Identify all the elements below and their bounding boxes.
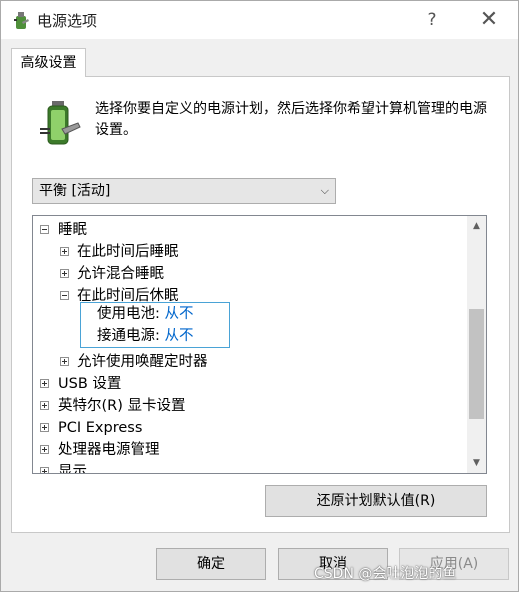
watermark: CSDN @会吐泡泡的鱼 — [314, 566, 457, 582]
scrollbar-thumb[interactable] — [469, 309, 484, 419]
close-button[interactable]: ✕ — [473, 7, 505, 33]
expand-icon[interactable] — [60, 269, 69, 278]
on-battery-setting[interactable]: 使用电池: 从不 — [97, 303, 194, 325]
plugged-in-setting[interactable]: 接通电源: 从不 — [97, 325, 194, 347]
scroll-up-icon[interactable]: ▲ — [467, 218, 486, 234]
settings-tree: 睡眠 在此时间后睡眠 允许混合睡眠 在此时间后休眠 使用电池: 从不 接通电源:… — [32, 215, 487, 474]
expand-icon[interactable] — [40, 445, 49, 454]
title-bar: 电源选项 ? ✕ — [1, 1, 518, 39]
tab-advanced-settings[interactable]: 高级设置 — [11, 48, 86, 77]
battery-plug-icon — [40, 101, 81, 145]
power-plan-value: 平衡 [活动] — [39, 183, 111, 199]
collapse-icon[interactable] — [40, 225, 49, 234]
expand-icon[interactable] — [60, 357, 69, 366]
collapse-icon[interactable] — [60, 291, 69, 300]
power-options-dialog: 电源选项 ? ✕ 高级设置 选择你要自定义的电源计划，然后选择你希望计算机管理的… — [0, 0, 519, 592]
expand-icon[interactable] — [60, 247, 69, 256]
tree-scrollbar[interactable]: ▲ ▼ — [467, 216, 486, 473]
advanced-settings-panel: 选择你要自定义的电源计划，然后选择你希望计算机管理的电源设置。 平衡 [活动] … — [11, 76, 510, 533]
ok-button[interactable]: 确定 — [156, 548, 266, 580]
expand-icon[interactable] — [40, 423, 49, 432]
plan-description: 选择你要自定义的电源计划，然后选择你希望计算机管理的电源设置。 — [95, 101, 487, 138]
restore-defaults-button[interactable]: 还原计划默认值(R) — [265, 485, 487, 517]
plugged-in-value[interactable]: 从不 — [165, 328, 194, 344]
chevron-down-icon: ⌵ — [320, 184, 329, 197]
scroll-down-icon[interactable]: ▼ — [467, 455, 486, 471]
expand-icon[interactable] — [40, 401, 49, 410]
window-title: 电源选项 — [37, 12, 98, 30]
hibernate-settings-box: 使用电池: 从不 接通电源: 从不 — [80, 302, 230, 348]
expand-icon[interactable] — [40, 467, 49, 473]
expand-icon[interactable] — [40, 379, 49, 388]
on-battery-value[interactable]: 从不 — [165, 306, 194, 322]
power-plan-select[interactable]: 平衡 [活动] ⌵ — [32, 178, 336, 204]
power-options-icon — [14, 12, 29, 29]
help-button[interactable]: ? — [416, 7, 448, 33]
